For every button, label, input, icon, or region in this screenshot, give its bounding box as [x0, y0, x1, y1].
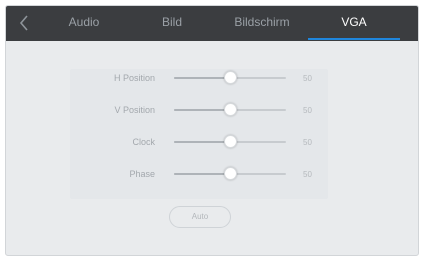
tab-label: VGA [341, 15, 367, 29]
tab-vga[interactable]: VGA [308, 6, 400, 41]
h-position-label: H Position [113, 73, 155, 83]
active-tab-indicator [308, 38, 400, 40]
tab-bild[interactable]: Bild [152, 6, 192, 41]
clock-value: 50 [303, 138, 312, 147]
slider-thumb[interactable] [223, 103, 237, 116]
back-button[interactable] [16, 14, 34, 32]
settings-window: Audio Bild Bildschirm VGA H Position 50 … [5, 5, 419, 256]
tab-label: Bildschirm [234, 15, 290, 29]
slider-fill [174, 77, 230, 79]
phase-slider[interactable] [174, 167, 286, 181]
top-bar: Audio Bild Bildschirm VGA [6, 6, 418, 41]
v-position-slider[interactable] [174, 103, 286, 117]
slider-fill [174, 173, 230, 175]
v-position-label: V Position [114, 105, 155, 115]
slider-fill [174, 141, 230, 143]
slider-thumb[interactable] [223, 167, 237, 180]
auto-button[interactable]: Auto [169, 206, 231, 228]
phase-label: Phase [129, 169, 155, 179]
tab-label: Bild [161, 15, 182, 29]
tab-audio[interactable]: Audio [62, 6, 106, 41]
phase-value: 50 [303, 170, 312, 179]
slider-fill [174, 109, 230, 111]
slider-thumb[interactable] [223, 71, 237, 84]
v-position-value: 50 [303, 106, 312, 115]
chevron-left-icon [19, 15, 28, 31]
clock-slider[interactable] [174, 135, 286, 149]
h-position-value: 50 [303, 74, 312, 83]
slider-thumb[interactable] [223, 135, 237, 148]
tab-label: Audio [68, 15, 100, 29]
tab-bildschirm[interactable]: Bildschirm [227, 6, 297, 41]
h-position-slider[interactable] [174, 71, 286, 85]
clock-label: Clock [132, 137, 155, 147]
